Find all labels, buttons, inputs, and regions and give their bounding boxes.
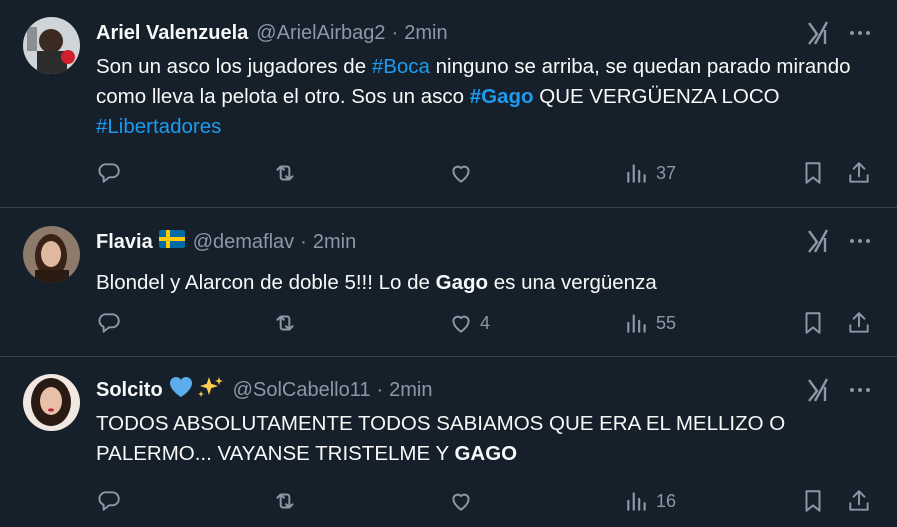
views-count: 55 bbox=[656, 312, 677, 333]
display-name[interactable]: Ariel Valenzuela bbox=[96, 22, 248, 45]
share-icon bbox=[846, 310, 872, 336]
more-icon[interactable] bbox=[848, 21, 872, 45]
views-icon bbox=[624, 310, 650, 336]
tweet[interactable]: Flavia @demaflav · 2min Blondel y Alarco… bbox=[0, 208, 897, 357]
share-button[interactable] bbox=[846, 309, 872, 337]
tweet-header: Flavia @demaflav · 2min bbox=[96, 229, 356, 255]
views-button[interactable]: 55 bbox=[624, 309, 676, 337]
reply-button[interactable] bbox=[96, 159, 122, 187]
tweet-text-segment: es una vergüenza bbox=[488, 271, 657, 294]
tweet-text-segment: TODOS ABSOLUTAMENTE TODOS SABIAMOS QUE E… bbox=[96, 412, 786, 465]
retweet-icon bbox=[272, 310, 298, 336]
bookmark-button[interactable] bbox=[800, 159, 826, 187]
share-button[interactable] bbox=[846, 487, 872, 515]
reply-icon bbox=[96, 160, 122, 186]
like-button[interactable] bbox=[448, 487, 474, 515]
user-handle[interactable]: @ArielAirbag2 bbox=[256, 22, 385, 45]
like-button[interactable]: 4 bbox=[448, 309, 490, 337]
views-button[interactable]: 37 bbox=[624, 159, 676, 187]
more-icon[interactable] bbox=[848, 378, 872, 402]
tweet-top-actions bbox=[806, 228, 872, 254]
tweet-top-actions bbox=[806, 20, 872, 46]
bookmark-icon bbox=[800, 488, 826, 514]
share-icon bbox=[846, 488, 872, 514]
retweet-button[interactable] bbox=[272, 487, 298, 515]
timestamp[interactable]: 2min bbox=[313, 231, 356, 254]
timestamp[interactable]: 2min bbox=[404, 22, 447, 45]
bookmark-button[interactable] bbox=[800, 309, 826, 337]
tweet-text-bold: Gago bbox=[435, 271, 489, 294]
tweet-actions: 4 55 bbox=[96, 309, 876, 337]
views-icon bbox=[624, 160, 650, 186]
grok-icon[interactable] bbox=[806, 377, 830, 403]
tweet[interactable]: Solcito @SolCabello11 · 2min TODOS ABSOL… bbox=[0, 357, 897, 527]
reply-icon bbox=[96, 488, 122, 514]
retweet-button[interactable] bbox=[272, 309, 298, 337]
views-button[interactable]: 16 bbox=[624, 487, 676, 515]
views-icon bbox=[624, 488, 650, 514]
bookmark-icon bbox=[800, 160, 826, 186]
reply-button[interactable] bbox=[96, 487, 122, 515]
like-icon bbox=[448, 488, 474, 514]
retweet-icon bbox=[272, 160, 298, 186]
reply-icon bbox=[96, 310, 122, 336]
bookmark-icon bbox=[800, 310, 826, 336]
like-count: 4 bbox=[480, 312, 491, 333]
like-icon bbox=[448, 310, 474, 336]
user-handle[interactable]: @demaflav bbox=[193, 231, 294, 254]
separator: · bbox=[376, 378, 384, 401]
tweet-actions: 37 bbox=[96, 159, 876, 187]
tweet-actions: 16 bbox=[96, 487, 876, 515]
retweet-button[interactable] bbox=[272, 159, 298, 187]
avatar[interactable] bbox=[23, 374, 80, 431]
tweet-text-segment: Blondel y Alarcon de doble 5!!! Lo de bbox=[96, 271, 436, 294]
timestamp[interactable]: 2min bbox=[389, 379, 432, 402]
sweden-flag-icon bbox=[158, 230, 185, 254]
tweet-text-bold: GAGO bbox=[454, 442, 518, 465]
like-icon bbox=[448, 160, 474, 186]
user-handle[interactable]: @SolCabello11 bbox=[233, 379, 371, 402]
tweet-top-actions bbox=[806, 377, 872, 403]
share-icon bbox=[846, 160, 872, 186]
separator: · bbox=[391, 21, 399, 44]
views-count: 37 bbox=[656, 162, 677, 183]
like-button[interactable] bbox=[448, 159, 474, 187]
grok-icon[interactable] bbox=[806, 228, 830, 254]
hashtag-link[interactable]: #Libertadores bbox=[96, 115, 221, 138]
avatar[interactable] bbox=[23, 17, 80, 74]
avatar[interactable] bbox=[23, 226, 80, 283]
blue-heart-sparkles-icon bbox=[167, 375, 225, 405]
tweet-text: TODOS ABSOLUTAMENTE TODOS SABIAMOS QUE E… bbox=[96, 409, 876, 469]
hashtag-link[interactable]: #Gago bbox=[470, 85, 534, 108]
hashtag-link[interactable]: #Boca bbox=[372, 55, 430, 78]
separator: · bbox=[300, 230, 307, 253]
tweet-text-segment: Son un asco los jugadores de bbox=[96, 55, 372, 78]
more-icon[interactable] bbox=[848, 229, 872, 253]
retweet-icon bbox=[272, 488, 298, 514]
tweet-header: Solcito @SolCabello11 · 2min bbox=[96, 377, 433, 403]
bookmark-button[interactable] bbox=[800, 487, 826, 515]
reply-button[interactable] bbox=[96, 309, 122, 337]
tweet-text: Blondel y Alarcon de doble 5!!! Lo de Ga… bbox=[96, 268, 876, 298]
share-button[interactable] bbox=[846, 159, 872, 187]
tweet-text-segment: QUE VERGÜENZA LOCO bbox=[533, 85, 780, 108]
tweet[interactable]: Ariel Valenzuela @ArielAirbag2 · 2min So… bbox=[0, 0, 897, 208]
grok-icon[interactable] bbox=[806, 20, 830, 46]
tweet-text: Son un asco los jugadores de #Boca ningu… bbox=[96, 52, 876, 142]
tweet-header: Ariel Valenzuela @ArielAirbag2 · 2min bbox=[96, 20, 448, 46]
display-name[interactable]: Solcito bbox=[96, 379, 163, 402]
views-count: 16 bbox=[656, 490, 677, 511]
display-name[interactable]: Flavia bbox=[96, 231, 153, 254]
